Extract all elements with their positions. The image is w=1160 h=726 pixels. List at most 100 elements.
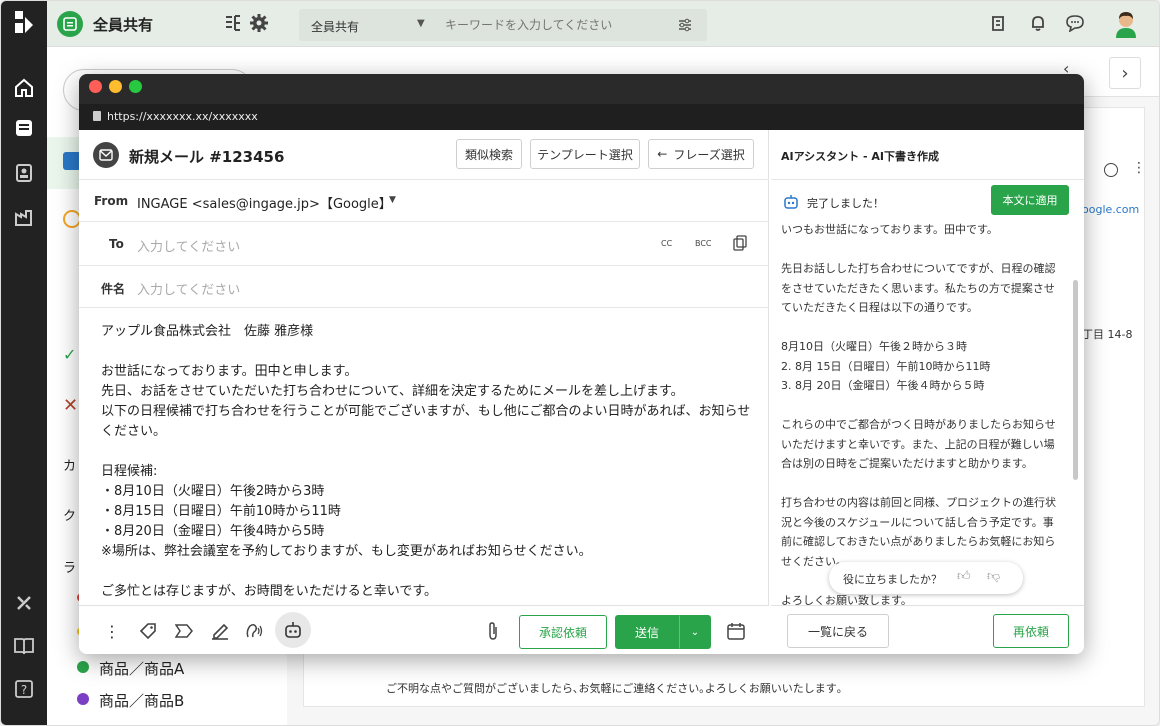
voice-icon[interactable] — [243, 620, 265, 642]
footer-text: ご不明な点やご質問がございましたら､お気軽にご連絡ください｡よろしくお願いいたし… — [386, 682, 843, 695]
company-icon[interactable] — [11, 204, 37, 230]
category-item[interactable]: 商品／商品B — [99, 690, 184, 711]
category-item[interactable]: 商品／商品A — [99, 658, 184, 679]
scope-select[interactable]: 全員共有 — [311, 18, 359, 35]
ai-line: 合は別の日時をご提案いただけますと助かります。 — [781, 457, 1033, 470]
ai-draft-text: いつもお世話になっております。田中です。 先日お話しした打ち合わせについてですが… — [781, 220, 1061, 610]
sidebar-item-label[interactable]: ク — [63, 505, 76, 524]
chevron-right-icon[interactable]: › — [1109, 57, 1141, 89]
ai-line — [781, 396, 1061, 416]
avatar[interactable] — [1111, 9, 1141, 39]
re-request-button[interactable]: 再依頼 — [993, 614, 1069, 648]
compose-header: 新規メール #123456 類似検索 テンプレート選択 ← フレーズ選択 — [79, 130, 769, 180]
to-label: To — [109, 237, 124, 251]
clock-icon[interactable] — [1104, 163, 1118, 177]
thumbs-down-icon[interactable]: 👎︎ — [987, 569, 1000, 584]
bcc-toggle[interactable]: BCC — [695, 239, 712, 248]
chevron-down-icon: ⌄ — [690, 626, 700, 638]
subject-row: 件名 入力してください — [79, 266, 769, 308]
body-line — [101, 342, 756, 362]
body-line — [101, 442, 756, 462]
help-icon[interactable]: ? — [11, 676, 37, 702]
ai-line: ていただきたく日程は以下の通りです。 — [781, 301, 978, 314]
thumbs-up-icon[interactable]: 👍︎ — [957, 569, 971, 584]
minimize-window-button[interactable] — [109, 80, 122, 93]
more-vertical-icon[interactable]: ⋮ — [101, 620, 123, 642]
workspace-name[interactable]: 全員共有 — [93, 14, 153, 35]
chevron-down-icon[interactable]: ▼ — [417, 18, 425, 29]
home-icon[interactable] — [11, 75, 37, 101]
bell-icon[interactable] — [1029, 14, 1047, 36]
send-options-button[interactable]: ⌄ — [679, 615, 711, 649]
search-options-icon[interactable] — [677, 17, 693, 37]
chat-icon[interactable] — [1065, 14, 1085, 36]
ai-header: AIアシスタント - AI下書き作成 — [771, 130, 1084, 180]
schedule-calendar-icon[interactable] — [725, 620, 747, 642]
manual-icon[interactable] — [11, 633, 37, 659]
search-input[interactable] — [445, 13, 665, 37]
tools-icon[interactable] — [11, 590, 37, 616]
close-window-button[interactable] — [89, 80, 102, 93]
svg-text:?: ? — [21, 683, 27, 697]
body-line: アップル食品株式会社 佐藤 雅彦様 — [101, 324, 314, 339]
body-line: ご多忙とは存じますが、お時間をいただけると幸いです。 — [101, 584, 438, 599]
tag-icon[interactable] — [137, 620, 159, 642]
inbox-icon[interactable] — [11, 115, 37, 141]
app-frame: ? 全員共有 全員共有 ▼ キーワードを入力してください ✓ ✕ カ ク ラ 商… — [0, 0, 1160, 726]
check-icon: ✓ — [63, 345, 77, 364]
cross-icon: ✕ — [63, 395, 79, 416]
mail-body-editor[interactable]: アップル食品株式会社 佐藤 雅彦様 お世話になっております。田中と申します。 先… — [101, 322, 756, 602]
template-select-button[interactable]: テンプレート選択 — [530, 139, 640, 169]
similar-search-button[interactable]: 類似検索 — [456, 139, 522, 169]
signature-pen-icon[interactable] — [209, 620, 231, 642]
sidebar-item-label[interactable]: ラ — [63, 557, 76, 576]
subject-label: 件名 — [101, 282, 126, 296]
phrase-select-label: フレーズ選択 — [673, 147, 745, 162]
arrow-left-icon: ← — [657, 147, 668, 161]
body-line: 先日、お話をさせていただいた打ち合わせについて、詳細を決定するためにメールを差し… — [101, 384, 684, 399]
scrollbar[interactable] — [1073, 280, 1078, 480]
ai-line: をさせていただきたく思います。私たちの方で提案させ — [781, 281, 1055, 295]
subject-input[interactable]: 入力してください — [137, 279, 240, 298]
chevron-down-icon[interactable]: ▼ — [389, 195, 396, 205]
contacts-icon[interactable] — [11, 160, 37, 186]
ai-line — [781, 318, 1061, 338]
url-bar: https://xxxxxxx.xx/xxxxxxx — [79, 104, 1084, 130]
to-row: To 入力してください CC BCC — [79, 222, 769, 266]
sidebar-item-label[interactable]: カ — [63, 455, 76, 474]
search-bar: 全員共有 ▼ — [299, 9, 707, 41]
ai-line: いつもお世話になっております。田中です。 — [781, 223, 998, 236]
label-icon[interactable] — [173, 620, 195, 642]
workspace-icon — [57, 11, 83, 37]
trash-box-icon[interactable] — [989, 14, 1007, 36]
approval-request-button[interactable]: 承認依頼 — [519, 615, 607, 649]
ai-assistant-button[interactable] — [275, 612, 311, 648]
cc-toggle[interactable]: CC — [661, 239, 672, 248]
from-select[interactable]: INGAGE <sales@ingage.jp>【Google】 — [137, 193, 392, 212]
compose-toolbar: ⋮ 承認依頼 送信 ⌄ — [79, 605, 769, 654]
ai-line: 8月10日（火曜日）午後２時から３時 — [781, 340, 967, 353]
body-line: ※場所は、弊社会議室を予約しておりますが、もし変更があればお知らせください。 — [101, 544, 592, 559]
attachment-icon[interactable] — [482, 620, 504, 642]
ai-assistant-pane: AIアシスタント - AI下書き作成 完了しました！ 本文に適用 いつもお世話に… — [771, 130, 1084, 654]
more-vertical-icon[interactable]: ⋮ — [1132, 160, 1146, 176]
ai-line: 先日お話しした打ち合わせについてですが、日程の確認 — [781, 262, 1056, 275]
ai-line: いただけますと幸いです。また、上記の日程が難しい場 — [781, 437, 1055, 451]
send-button[interactable]: 送信 — [615, 615, 679, 649]
category-dot-green — [77, 661, 89, 673]
body-line — [101, 562, 756, 582]
link-fragment[interactable]: oogle.com — [1082, 203, 1139, 216]
settings-gear-icon[interactable] — [249, 13, 269, 37]
logo-icon — [11, 9, 37, 35]
maximize-window-button[interactable] — [129, 80, 142, 93]
category-dot-purple — [77, 693, 89, 705]
to-input[interactable]: 入力してください — [137, 236, 240, 255]
phrase-select-button[interactable]: ← フレーズ選択 — [648, 139, 754, 169]
apply-to-body-button[interactable]: 本文に適用 — [991, 185, 1069, 215]
filter-list-icon[interactable] — [223, 13, 243, 37]
copy-icon[interactable] — [733, 235, 747, 255]
body-line: 以下の日程候補で打ち合わせを行うことが可能でございますが、もし他にご都合のよい日… — [101, 404, 751, 419]
left-rail: ? — [1, 1, 47, 725]
back-to-list-button[interactable]: 一覧に戻る — [787, 614, 889, 648]
body-line: ・8月15日（日曜日）午前10時から11時 — [101, 504, 341, 519]
